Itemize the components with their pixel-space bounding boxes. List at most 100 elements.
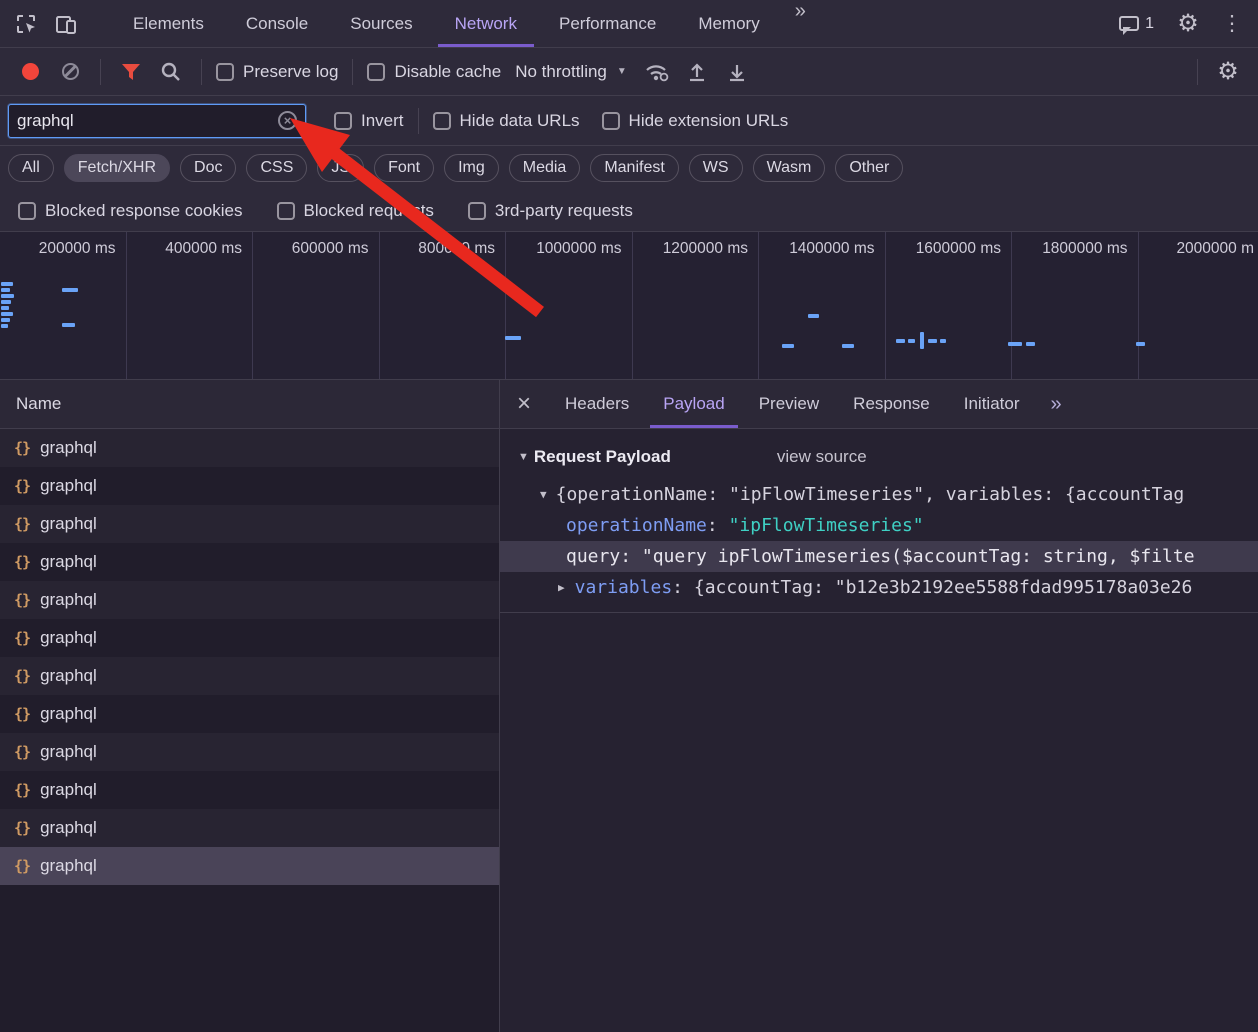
waterfall-tick [928,339,937,343]
clear-filter-icon[interactable]: × [278,111,297,130]
search-button[interactable] [151,52,191,92]
blocked-requests-checkbox[interactable] [277,202,295,220]
overflow-menu-icon[interactable]: ⋮ [1212,4,1252,44]
tab-sources[interactable]: Sources [329,0,433,47]
filter-chip-img[interactable]: Img [444,154,499,182]
filter-chip-font[interactable]: Font [374,154,434,182]
variables-row[interactable]: ▶variables: {accountTag: "b12e3b2192ee55… [500,572,1258,603]
timeline-overview[interactable]: 200000 ms 400000 ms 600000 ms 800000 ms … [0,232,1258,380]
device-toolbar-icon[interactable] [46,4,86,44]
hide-extension-urls-checkbox[interactable] [602,112,620,130]
waterfall-tick [62,323,75,327]
request-name: graphql [40,780,97,800]
waterfall-tick [1,312,13,316]
filter-chip-wasm[interactable]: Wasm [753,154,826,182]
clear-network-log-button[interactable] [50,52,90,92]
settings-gear-icon[interactable]: ⚙ [1168,4,1208,44]
request-name: graphql [40,514,97,534]
json-braces-icon: {} [14,819,30,837]
filter-chip-all[interactable]: All [8,154,54,182]
property-key: variables [575,577,673,598]
requests-table-header[interactable]: Name [0,380,499,429]
tab-memory[interactable]: Memory [677,0,780,47]
separator: : [620,546,642,567]
preserve-log-checkbox[interactable] [216,63,234,81]
filter-chip-doc[interactable]: Doc [180,154,236,182]
invert-checkbox[interactable] [334,112,352,130]
more-panels-icon[interactable]: » [781,0,820,47]
expand-triangle-icon[interactable]: ▼ [540,488,547,501]
advanced-filters: Blocked response cookies Blocked request… [0,190,1258,232]
operation-name-row[interactable]: operationName: "ipFlowTimeseries" [500,510,1258,541]
request-name: graphql [40,476,97,496]
property-value: "ipFlowTimeseries" [729,515,924,536]
blocked-response-cookies-checkbox[interactable] [18,202,36,220]
export-har-icon[interactable] [717,52,757,92]
funnel-icon [120,62,142,82]
request-row[interactable]: {} graphql [0,467,499,505]
request-row-selected[interactable]: {}graphql [0,847,499,885]
tab-initiator[interactable]: Initiator [947,380,1037,428]
search-icon [160,61,182,83]
throttling-select[interactable]: No throttling ▼ [505,62,637,82]
request-row[interactable]: {}graphql [0,543,499,581]
disable-cache-checkbox[interactable] [367,63,385,81]
payload-summary-row[interactable]: ▼ {operationName: "ipFlowTimeseries", va… [500,479,1258,510]
request-payload-title[interactable]: Request Payload [534,447,671,467]
close-details-button[interactable]: × [500,390,548,418]
network-conditions-icon[interactable] [637,52,677,92]
request-row[interactable]: {}graphql [0,429,499,467]
request-row[interactable]: {}graphql [0,657,499,695]
tab-network[interactable]: Network [434,0,538,47]
speech-bubble-icon [1119,16,1139,31]
more-detail-tabs-icon[interactable]: » [1036,393,1075,416]
waterfall-tick [1026,342,1035,346]
json-braces-icon: {} [14,629,30,647]
tab-elements[interactable]: Elements [112,0,225,47]
hide-extension-urls-label: Hide extension URLs [629,111,789,131]
waterfall-tick [896,339,905,343]
waterfall-tick [940,339,946,343]
request-row[interactable]: {}graphql [0,505,499,543]
tab-payload[interactable]: Payload [646,380,741,428]
filter-chip-css[interactable]: CSS [246,154,307,182]
payload-summary-text: {operationName: "ipFlowTimeseries", vari… [556,484,1185,505]
property-key: operationName [566,515,707,536]
network-settings-gear-icon[interactable]: ⚙ [1208,52,1248,92]
filter-chip-media[interactable]: Media [509,154,581,182]
third-party-requests-checkbox[interactable] [468,202,486,220]
request-row[interactable]: {}graphql [0,581,499,619]
tab-console[interactable]: Console [225,0,329,47]
tab-preview[interactable]: Preview [742,380,836,428]
tab-response[interactable]: Response [836,380,947,428]
filter-input[interactable] [17,111,278,131]
request-row[interactable]: {}graphql [0,771,499,809]
query-row-selected[interactable]: query: "query ipFlowTimeseries($accountT… [500,541,1258,572]
collapse-triangle-icon[interactable]: ▼ [518,451,529,463]
disable-cache-label: Disable cache [394,62,501,82]
hide-data-urls-checkbox[interactable] [433,112,451,130]
json-braces-icon: {} [14,477,30,495]
waterfall-tick [1,294,14,298]
throttling-value: No throttling [515,62,607,82]
inspect-element-icon[interactable] [6,4,46,44]
view-source-link[interactable]: view source [777,447,867,467]
filter-chip-fetch-xhr[interactable]: Fetch/XHR [64,154,170,182]
tab-performance[interactable]: Performance [538,0,677,47]
request-row[interactable]: {}graphql [0,695,499,733]
waterfall-tick [782,344,794,348]
filter-chip-manifest[interactable]: Manifest [590,154,678,182]
expand-triangle-icon[interactable]: ▶ [558,581,565,594]
request-row[interactable]: {}graphql [0,619,499,657]
filter-chip-other[interactable]: Other [835,154,903,182]
request-row[interactable]: {}graphql [0,733,499,771]
request-row[interactable]: {}graphql [0,809,499,847]
record-network-log-button[interactable] [10,52,50,92]
console-messages-button[interactable]: 1 [1109,15,1164,33]
filter-chip-ws[interactable]: WS [689,154,743,182]
preserve-log-label: Preserve log [243,62,338,82]
filter-chip-js[interactable]: JS [317,154,364,182]
import-har-icon[interactable] [677,52,717,92]
filter-toggle-button[interactable] [111,52,151,92]
tab-headers[interactable]: Headers [548,380,646,428]
